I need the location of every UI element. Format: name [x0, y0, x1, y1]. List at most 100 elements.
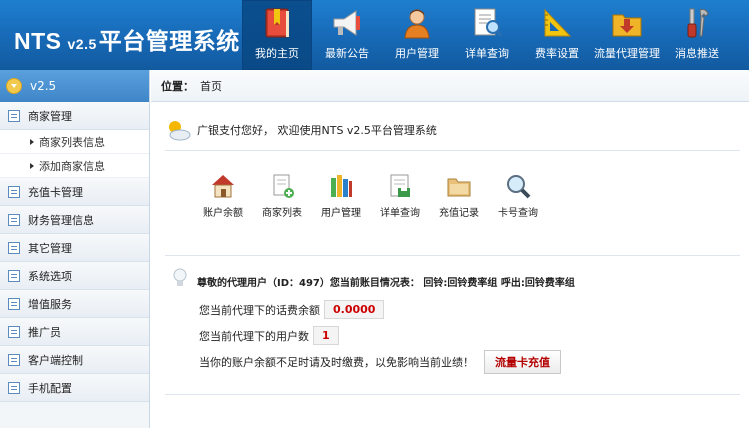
list-icon — [8, 185, 20, 198]
books-icon — [331, 175, 352, 197]
sidebar-group-label: 充值卡管理 — [28, 185, 83, 199]
list-icon — [8, 213, 20, 226]
sidebar-group-phone[interactable]: 手机配置 — [0, 374, 149, 402]
megaphone-icon — [333, 10, 360, 36]
sidebar-group-system[interactable]: 系统选项 — [0, 262, 149, 290]
nav-item-traffic-agent[interactable]: 流量代理管理 — [592, 0, 662, 70]
quick-link-label: 充值记录 — [439, 208, 479, 219]
sidebar-group-card[interactable]: 充值卡管理 — [0, 178, 149, 206]
welcome-text: 广银支付您好， 欢迎使用NTS v2.5平台管理系统 — [197, 124, 437, 137]
nav-label: 用户管理 — [395, 47, 439, 60]
sidebar-group-label: 商家管理 — [28, 109, 72, 123]
nav-label: 消息推送 — [675, 47, 719, 60]
user-icon — [404, 9, 430, 39]
nav-item-home[interactable]: 我的主页 — [242, 0, 312, 70]
quick-link-label: 卡号查询 — [498, 208, 538, 219]
left-sidebar: v2.5 商家管理 商家列表信息 添加商家信息 充值卡管理 财务管理信息 其它管… — [0, 70, 150, 428]
sidebar-header[interactable]: v2.5 — [0, 70, 149, 102]
magnifier-icon — [507, 175, 531, 199]
list-icon — [8, 241, 20, 254]
nav-label: 我的主页 — [255, 47, 299, 60]
folder-icon — [447, 178, 471, 197]
nav-label: 详单查询 — [465, 47, 509, 60]
nav-item-announcements[interactable]: 最新公告 — [312, 0, 382, 70]
recharge-button[interactable]: 流量卡充值 — [484, 350, 561, 374]
logo-main: NTS — [14, 28, 62, 54]
weather-icon — [169, 121, 191, 141]
sidebar-item-add-merchant[interactable]: 添加商家信息 — [0, 154, 149, 178]
quick-link-detail-query[interactable]: 详单查询 — [371, 172, 429, 219]
sidebar-group-finance[interactable]: 财务管理信息 — [0, 206, 149, 234]
sidebar-item-label: 商家列表信息 — [39, 135, 105, 149]
house-icon — [212, 175, 234, 198]
sidebar-group-label: 手机配置 — [28, 381, 72, 395]
agent-title: 尊敬的代理用户（ID：497）您当前账目情况表： 回铃:回铃费率组 呼出:回铃费… — [197, 278, 575, 289]
sidebar-group-client[interactable]: 客户端控制 — [0, 346, 149, 374]
nav-item-detail-query[interactable]: 详单查询 — [452, 0, 522, 70]
nav-item-rate-settings[interactable]: 费率设置 — [522, 0, 592, 70]
divider — [165, 150, 740, 151]
breadcrumb-label: 位置： — [161, 79, 194, 93]
quick-link-label: 用户管理 — [321, 208, 361, 219]
sidebar-group-value-added[interactable]: 增值服务 — [0, 290, 149, 318]
top-header: NTS v2.5平台管理系统 我的主页 最新公告 用户管理 详单查询 费率设置 … — [0, 0, 749, 70]
nav-label: 费率设置 — [535, 47, 579, 60]
nav-item-user-management[interactable]: 用户管理 — [382, 0, 452, 70]
top-nav: 我的主页 最新公告 用户管理 详单查询 费率设置 流量代理管理 消息推送 — [242, 0, 732, 70]
nav-label: 最新公告 — [325, 47, 369, 60]
triangle-right-icon — [30, 138, 34, 145]
divider — [165, 255, 740, 256]
nav-label: 流量代理管理 — [594, 47, 660, 60]
triangle-right-icon — [30, 162, 34, 169]
quick-link-merchant-list[interactable]: 商家列表 — [253, 172, 311, 219]
quick-link-card-query[interactable]: 卡号查询 — [489, 172, 547, 219]
list-icon — [8, 269, 20, 282]
users-label: 您当前代理下的用户数 — [199, 329, 309, 343]
quick-link-label: 详单查询 — [380, 208, 420, 219]
quick-link-balance[interactable]: 账户余额 — [194, 172, 252, 219]
sidebar-item-label: 添加商家信息 — [39, 159, 105, 173]
save-doc-icon — [390, 174, 410, 197]
sidebar-group-label: 客户端控制 — [28, 353, 83, 367]
balance-row: 您当前代理下的话费余额 0.0000 — [199, 300, 385, 319]
welcome-bar: 广银支付您好， 欢迎使用NTS v2.5平台管理系统 — [165, 118, 437, 142]
breadcrumb-current[interactable]: 首页 — [200, 78, 222, 94]
quick-links: 账户余额 商家列表 用户管理 详单查询 充值记录 卡号查询 — [194, 172, 548, 219]
sidebar-group-other[interactable]: 其它管理 — [0, 234, 149, 262]
sidebar-group-merchant[interactable]: 商家管理 — [0, 102, 149, 130]
logo-suffix: 平台管理系统 — [98, 28, 240, 54]
breadcrumb: 位置： 首页 — [151, 70, 749, 102]
quick-link-label: 账户余额 — [203, 208, 243, 219]
balance-value: 0.0000 — [324, 300, 385, 319]
quick-link-user-management[interactable]: 用户管理 — [312, 172, 370, 219]
collapse-icon[interactable] — [6, 78, 22, 94]
list-icon — [8, 353, 20, 366]
book-icon — [265, 8, 289, 38]
sidebar-group-promoter[interactable]: 推广员 — [0, 318, 149, 346]
users-value: 1 — [313, 326, 339, 345]
tools-icon — [687, 8, 709, 38]
list-icon — [8, 381, 20, 394]
list-icon — [8, 297, 20, 310]
list-icon — [8, 325, 20, 338]
sidebar-group-label: 增值服务 — [28, 297, 72, 311]
quick-link-recharge-record[interactable]: 充值记录 — [430, 172, 488, 219]
ruler-triangle-icon — [544, 8, 572, 37]
sidebar-group-label: 财务管理信息 — [28, 213, 94, 227]
lightbulb-icon — [173, 268, 187, 286]
sidebar-group-label: 推广员 — [28, 325, 61, 339]
document-add-icon — [273, 174, 294, 198]
balance-label: 您当前代理下的话费余额 — [199, 303, 320, 317]
app-logo: NTS v2.5平台管理系统 — [14, 22, 240, 56]
notice-row: 当你的账户余额不足时请及时缴费，以免影响当前业绩！ 流量卡充值 — [199, 350, 561, 374]
logo-version: v2.5 — [67, 36, 97, 52]
notice-text: 当你的账户余额不足时请及时缴费，以免影响当前业绩！ — [199, 356, 474, 369]
quick-link-label: 商家列表 — [262, 208, 302, 219]
document-search-icon — [474, 8, 503, 37]
nav-item-message-push[interactable]: 消息推送 — [662, 0, 732, 70]
download-folder-icon — [612, 14, 642, 37]
sidebar-item-merchant-list[interactable]: 商家列表信息 — [0, 130, 149, 154]
users-row: 您当前代理下的用户数 1 — [199, 326, 339, 345]
sidebar-version: v2.5 — [30, 79, 57, 93]
sidebar-group-label: 其它管理 — [28, 241, 72, 255]
